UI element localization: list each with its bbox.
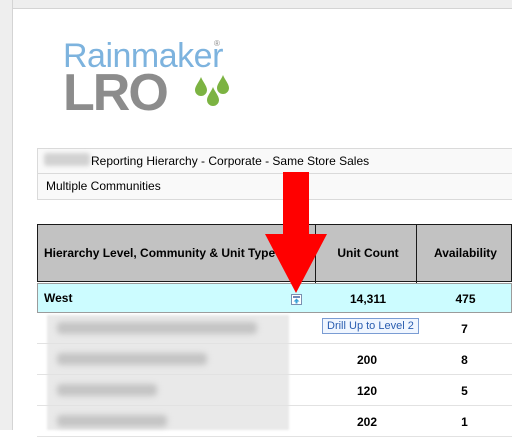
column-header-level[interactable]: Hierarchy Level, Community & Unit Type [44, 225, 275, 281]
redacted-community [57, 384, 157, 396]
window-top-frame [0, 0, 512, 8]
row-availability: 7 [461, 322, 468, 336]
region-name: West [44, 291, 73, 305]
row-unit-count: 120 [356, 384, 378, 398]
row-unit-count: 202 [356, 415, 378, 429]
column-header-availability[interactable]: Availability [418, 225, 512, 281]
redacted-community [57, 353, 207, 365]
raindrops-icon [195, 75, 229, 106]
table-row[interactable]: 202 1 [37, 407, 512, 437]
row-availability: 5 [461, 384, 468, 398]
window-left-frame [0, 0, 13, 430]
row-unit-count: 200 [356, 353, 378, 367]
red-arrow-icon [265, 172, 327, 293]
logo-wordmark-bottom: LRO [63, 64, 169, 122]
drill-up-icon[interactable] [291, 294, 302, 305]
table-row[interactable]: 7 [37, 314, 512, 344]
redacted-company-name [44, 153, 90, 166]
hierarchy-info-row: Reporting Hierarchy - Corporate - Same S… [37, 148, 512, 174]
row-availability: 1 [461, 415, 468, 429]
table-row[interactable]: 120 5 [37, 376, 512, 406]
region-unit-count: 14,311 [349, 292, 387, 306]
redacted-community [57, 415, 167, 427]
redacted-community [57, 322, 257, 334]
region-availability: 475 [455, 292, 476, 306]
logo-registered-mark: ® [214, 39, 220, 48]
hierarchy-label: Reporting Hierarchy - Corporate - Same S… [91, 154, 370, 168]
row-availability: 8 [461, 353, 468, 367]
table-row[interactable]: 200 8 [37, 345, 512, 375]
drill-up-tooltip: Drill Up to Level 2 [322, 318, 419, 334]
communities-label: Multiple Communities [46, 179, 161, 193]
rainmaker-logo: Rainmaker ® LRO [63, 37, 229, 122]
column-header-unit-count[interactable]: Unit Count [318, 225, 418, 281]
frame-divider [12, 8, 512, 9]
